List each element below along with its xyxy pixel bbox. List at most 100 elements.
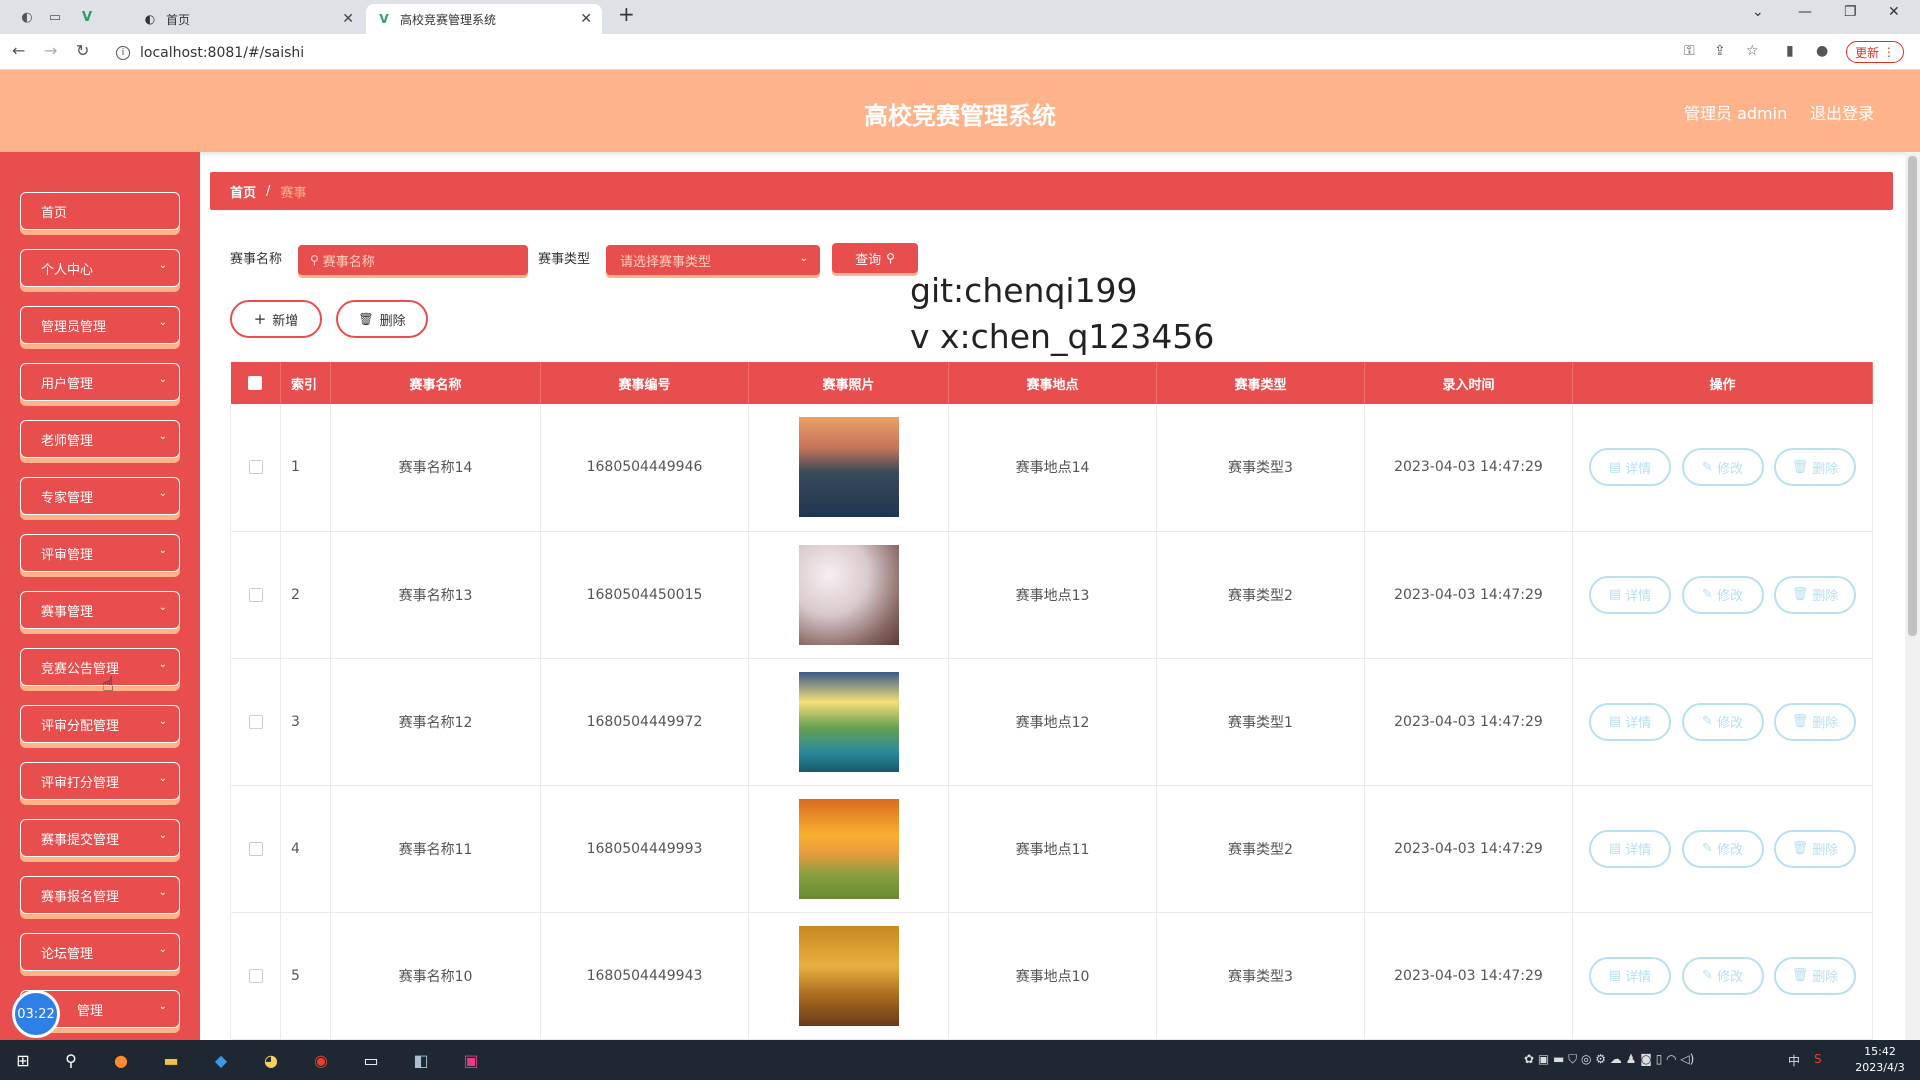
batch-delete-button[interactable]: 🗑 删除 (336, 300, 428, 338)
terminal-icon[interactable]: ▭ (358, 1048, 384, 1072)
event-photo[interactable] (798, 925, 899, 1026)
row-actions: ▤ 详情 ✎ 修改 🗑 删除 (1572, 785, 1873, 913)
detail-button[interactable]: ▤ 详情 (1589, 956, 1672, 995)
event-photo[interactable] (798, 544, 899, 645)
sidebar-item-experts[interactable]: 专家管理 ⌄ (20, 477, 180, 515)
delete-button[interactable]: 🗑 删除 (1773, 956, 1856, 995)
pinned-tab-icon[interactable]: ◐ (16, 6, 38, 28)
page-scrollbar[interactable] (1905, 152, 1920, 1040)
info-icon[interactable]: i (116, 46, 130, 60)
sidebar-item-label: 专家管理 (41, 490, 94, 506)
row-checkbox[interactable] (230, 785, 281, 913)
sidebar-item-home[interactable]: 首页 (20, 192, 180, 230)
reload-icon[interactable]: ↻ (76, 41, 89, 60)
update-button[interactable]: 更新 ⋮ (1846, 41, 1904, 63)
sidebar-item-personal[interactable]: 个人中心 ⌄ (20, 249, 180, 287)
edit-button[interactable]: ✎ 修改 (1681, 575, 1764, 614)
window-close-button[interactable]: ✕ (1888, 4, 1900, 20)
detail-button[interactable]: ▤ 详情 (1589, 575, 1672, 614)
row-checkbox[interactable] (230, 531, 281, 659)
sidebar-item-reviews[interactable]: 评审管理 ⌄ (20, 534, 180, 572)
url-field[interactable]: i localhost:8081/#/saishi (116, 42, 1616, 64)
event-photo[interactable] (798, 417, 899, 518)
sidebar-item-forum[interactable]: 论坛管理 ⌄ (20, 933, 180, 971)
delete-button[interactable]: 🗑 删除 (1773, 448, 1856, 487)
address-bar: ← → ↻ i localhost:8081/#/saishi ⚿ ⇪ ☆ ▮ … (0, 34, 1920, 70)
close-icon[interactable]: ✕ (580, 11, 592, 27)
sidebar-item-submissions[interactable]: 赛事提交管理 ⌄ (20, 819, 180, 857)
search-icon[interactable]: ⚲ (58, 1048, 84, 1072)
sidebar-item-admins[interactable]: 管理员管理 ⌄ (20, 306, 180, 344)
sidebar-item-teachers[interactable]: 老师管理 ⌄ (20, 420, 180, 458)
system-clock[interactable]: 15:42 2023/4/3 (1852, 1044, 1908, 1076)
breadcrumb-home[interactable]: 首页 (230, 182, 256, 201)
windows-start-icon[interactable]: ⊞ (10, 1048, 36, 1072)
select-all-checkbox[interactable] (230, 362, 281, 404)
recording-timer[interactable]: 03:22 (12, 990, 60, 1038)
sidebar-item-review-assign[interactable]: 评审分配管理 ⌄ (20, 705, 180, 743)
share-icon[interactable]: ⇪ (1714, 43, 1726, 59)
tray-icons[interactable]: ✿ ▣ ▬ ⛉ ◎ ⚙ ☁ ♟ ◙ ▯ ◠ ◁) (1524, 1052, 1694, 1067)
event-type: 赛事类型2 (1156, 785, 1365, 913)
edit-button[interactable]: ✎ 修改 (1681, 448, 1764, 487)
forward-icon[interactable]: → (44, 41, 57, 60)
profile-icon[interactable]: ● (1816, 43, 1828, 59)
detail-button[interactable]: ▤ 详情 (1589, 702, 1672, 741)
chevron-down-icon: ⌄ (158, 773, 167, 784)
sidepanel-icon[interactable]: ▮ (1786, 43, 1794, 59)
row-checkbox[interactable] (230, 658, 281, 786)
sidebar-item-review-scoring[interactable]: 评审打分管理 ⌄ (20, 762, 180, 800)
add-button[interactable]: + 新增 (230, 300, 322, 338)
tab-active[interactable]: V 高校竞赛管理系统 ✕ (366, 4, 602, 34)
pinned-tab-blank-icon[interactable]: ▭ (44, 6, 66, 28)
edit-button[interactable]: ✎ 修改 (1681, 829, 1764, 868)
name-search-placeholder: 赛事名称 (322, 254, 375, 270)
back-icon[interactable]: ← (12, 41, 25, 60)
edit-button[interactable]: ✎ 修改 (1681, 956, 1764, 995)
edit-label: 修改 (1716, 589, 1743, 604)
event-photo-cell (748, 658, 949, 786)
firefox-icon[interactable]: ● (108, 1048, 134, 1072)
intellij-icon[interactable]: ▣ (458, 1048, 484, 1072)
delete-button[interactable]: 🗑 删除 (1773, 702, 1856, 741)
query-button[interactable]: 查询 ⚲ (832, 243, 918, 273)
chevron-down-icon: ⌄ (158, 944, 167, 955)
event-photo[interactable] (798, 798, 899, 899)
edit-button[interactable]: ✎ 修改 (1681, 702, 1764, 741)
detail-button[interactable]: ▤ 详情 (1589, 448, 1672, 487)
event-name: 赛事名称12 (330, 658, 541, 786)
event-photo[interactable] (798, 671, 899, 772)
name-search-input[interactable]: ⚲ 赛事名称 (298, 245, 528, 275)
maximize-button[interactable]: ❐ (1844, 4, 1857, 20)
ime-indicator[interactable]: 中 (1788, 1052, 1800, 1069)
new-tab-button[interactable]: + (618, 2, 635, 26)
edit-label: 修改 (1716, 461, 1743, 477)
type-select[interactable]: 请选择赛事类型 ⌄ (606, 245, 820, 275)
row-checkbox[interactable] (230, 912, 281, 1040)
trash-icon: 🗑 (1791, 968, 1809, 983)
table-row: 1 赛事名称14 1680504449946 赛事地点14 赛事类型3 2023… (230, 404, 1873, 532)
file-explorer-icon[interactable]: ▬ (158, 1048, 184, 1072)
app-icon[interactable]: ◕ (258, 1048, 284, 1072)
sidebar-item-announcements[interactable]: 竞赛公告管理 ⌄ (20, 648, 180, 686)
pinned-tab-vue-icon[interactable]: V (76, 6, 98, 28)
star-icon[interactable]: ☆ (1746, 43, 1759, 59)
detail-button[interactable]: ▤ 详情 (1589, 829, 1672, 868)
row-checkbox[interactable] (230, 404, 281, 532)
tab-home[interactable]: ◐ 首页 ✕ (132, 4, 364, 34)
chrome-icon[interactable]: ◉ (308, 1048, 334, 1072)
delete-button[interactable]: 🗑 删除 (1773, 575, 1856, 614)
sidebar-item-users[interactable]: 用户管理 ⌄ (20, 363, 180, 401)
logout-link[interactable]: 退出登录 (1810, 100, 1874, 124)
tab-search-icon[interactable]: ⌄ (1752, 4, 1764, 20)
sogou-icon[interactable]: S (1814, 1052, 1822, 1066)
key-icon[interactable]: ⚿ (1684, 43, 1695, 59)
sidebar-item-registrations[interactable]: 赛事报名管理 ⌄ (20, 876, 180, 914)
vscode-icon[interactable]: ◆ (208, 1048, 234, 1072)
scrollbar-thumb[interactable] (1908, 156, 1917, 636)
close-icon[interactable]: ✕ (342, 11, 354, 27)
delete-button[interactable]: 🗑 删除 (1773, 829, 1856, 868)
minimize-button[interactable]: — (1798, 4, 1812, 20)
notepad-icon[interactable]: ◧ (408, 1048, 434, 1072)
sidebar-item-events[interactable]: 赛事管理 ⌄ (20, 591, 180, 629)
